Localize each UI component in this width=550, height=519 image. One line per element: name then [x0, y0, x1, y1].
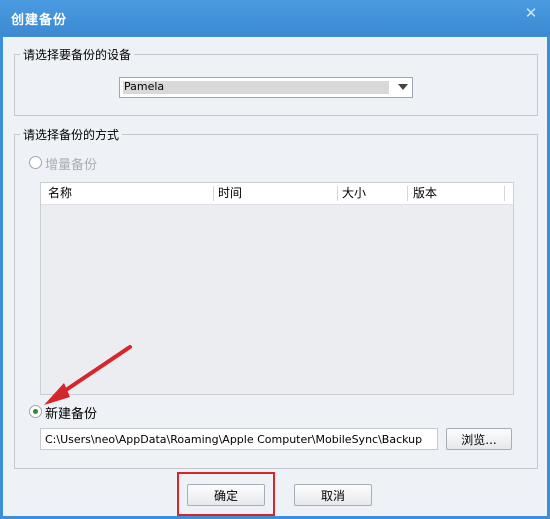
title-bar: 创建备份 ✕ [0, 0, 550, 36]
incremental-radio[interactable] [29, 156, 42, 169]
close-icon[interactable]: ✕ [518, 2, 544, 24]
device-group-title: 请选择要备份的设备 [20, 46, 135, 63]
column-name[interactable]: 名称 [48, 183, 72, 204]
annotation-highlight-box [177, 472, 275, 516]
column-divider [407, 186, 408, 201]
incremental-label: 增量备份 [45, 158, 98, 173]
method-group-title: 请选择备份的方式 [20, 126, 123, 143]
dialog-body: 请选择要备份的设备 Pamela 请选择备份的方式 增量备份 名称 时间 大小 … [3, 37, 547, 516]
device-select[interactable]: Pamela [119, 77, 413, 98]
browse-button[interactable]: 浏览... [446, 428, 512, 450]
new-backup-radio[interactable] [29, 405, 42, 418]
chevron-down-icon[interactable] [398, 84, 408, 90]
new-backup-label: 新建备份 [45, 407, 98, 422]
column-version[interactable]: 版本 [413, 183, 437, 204]
window-title: 创建备份 [11, 13, 68, 28]
backup-list-header: 名称 时间 大小 版本 [41, 183, 513, 205]
backup-path-field[interactable]: C:\Users\neo\AppData\Roaming\Apple Compu… [40, 428, 438, 450]
column-divider [504, 186, 505, 201]
column-divider [337, 186, 338, 201]
create-backup-dialog: 创建备份 ✕ 请选择要备份的设备 Pamela 请选择备份的方式 增量备份 名称… [0, 0, 550, 519]
backup-list[interactable]: 名称 时间 大小 版本 [40, 182, 514, 395]
column-divider [213, 186, 214, 201]
column-size[interactable]: 大小 [342, 183, 366, 204]
device-select-value: Pamela [124, 80, 165, 93]
cancel-button[interactable]: 取消 [294, 484, 372, 506]
column-time[interactable]: 时间 [218, 183, 242, 204]
